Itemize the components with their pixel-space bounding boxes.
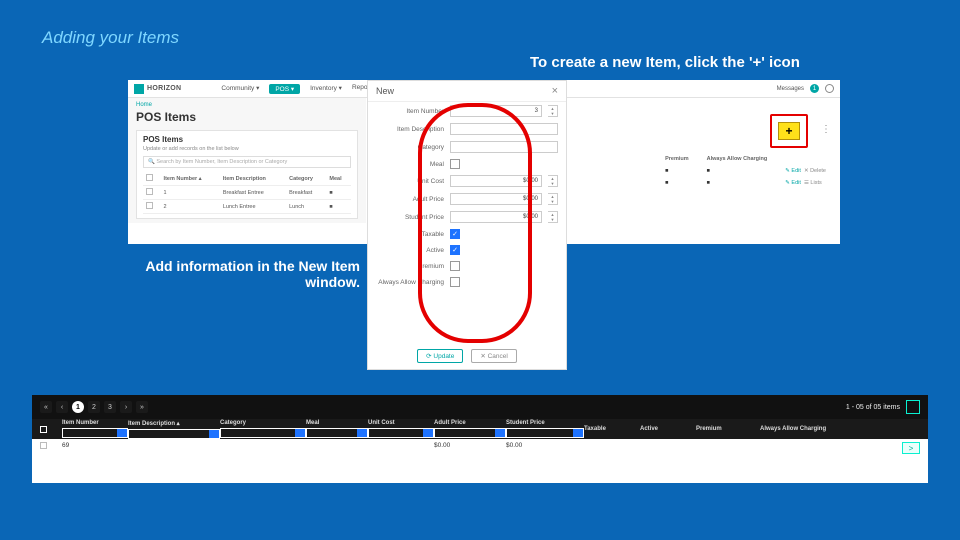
items-grid-strip: « ‹ 1 2 3 › » 1 - 05 of 05 items Item Nu… [32, 395, 928, 483]
select-all-checkbox[interactable] [40, 426, 47, 433]
slide-title: Adding your Items [42, 28, 179, 48]
pager-page-3[interactable]: 3 [104, 401, 116, 413]
row-expand-button[interactable]: > [902, 442, 920, 454]
filter-adult-price[interactable] [434, 428, 506, 438]
pos-items-card: POS Items Update or add records on the l… [136, 130, 358, 219]
messages-count-badge: 1 [810, 84, 819, 93]
callout-new-window: Add information in the New Item window. [110, 258, 360, 290]
stepper-icon[interactable]: ▲▼ [548, 175, 558, 187]
cancel-button[interactable]: ✕ Cancel [471, 349, 517, 363]
col-student-price[interactable]: Student Price [506, 420, 584, 426]
col-taxable[interactable]: Taxable [584, 426, 640, 432]
cell-adult-price: $0.00 [434, 442, 506, 449]
row-checkbox[interactable] [40, 442, 47, 449]
item-count-text: 1 - 05 of 05 items [846, 404, 900, 411]
page-title: POS Items [136, 110, 358, 124]
table-row: ■ ■ ✎ Edit ☰ Lists [657, 178, 834, 188]
pager-first[interactable]: « [40, 401, 52, 413]
brand-logo: HORIZON [134, 84, 181, 94]
grid-header: Item Number Item Description ▴ Category … [32, 419, 928, 439]
cell: Breakfast [286, 186, 326, 200]
col-unit-cost[interactable]: Unit Cost [368, 420, 434, 426]
search-input[interactable]: 🔍 Search by Item Number, Item Descriptio… [143, 156, 351, 168]
filter-student-price[interactable] [506, 428, 584, 438]
gear-icon[interactable] [825, 84, 834, 93]
filter-item-description[interactable] [128, 429, 220, 439]
col-category[interactable]: Category [286, 172, 326, 186]
col-always-allow[interactable]: Always Allow Charging [760, 426, 870, 432]
cell: ■ [657, 178, 697, 188]
cell-item-number: 69 [62, 442, 128, 449]
callout-plus: To create a new Item, click the '+' icon [530, 54, 800, 71]
col-item-number[interactable]: Item Number [62, 420, 128, 426]
card-subtitle: Update or add records on the list below [143, 146, 351, 152]
items-table: Item Number ▴ Item Description Category … [143, 172, 351, 214]
col-premium[interactable]: Premium [696, 426, 760, 432]
pager: « ‹ 1 2 3 › » [40, 401, 148, 413]
brand-text: HORIZON [147, 85, 181, 92]
col-item-number[interactable]: Item Number ▴ [161, 172, 220, 186]
pager-last[interactable]: » [136, 401, 148, 413]
close-icon[interactable]: × [552, 85, 558, 97]
messages-label[interactable]: Messages [777, 86, 804, 92]
table-header-row: Item Number ▴ Item Description Category … [143, 172, 351, 186]
col-item-description[interactable]: Item Description ▴ [128, 420, 220, 427]
cell: ■ [326, 200, 351, 214]
table-row[interactable]: 69 $0.00 $0.00 > [32, 439, 928, 461]
table-row[interactable]: 1 Breakfast Entree Breakfast ■ [143, 186, 351, 200]
filter-meal[interactable] [306, 428, 368, 438]
cell: ■ [699, 178, 776, 188]
lbl-item-number: Item Number [376, 108, 444, 115]
cell: ■ [699, 166, 776, 176]
cell: Breakfast Entree [220, 186, 286, 200]
cell-student-price: $0.00 [506, 442, 584, 449]
nav-pos[interactable]: POS ▾ [269, 84, 300, 94]
col-active[interactable]: Active [640, 426, 696, 432]
col-item-description[interactable]: Item Description [220, 172, 286, 186]
pager-page-1[interactable]: 1 [72, 401, 84, 413]
filter-category[interactable] [220, 428, 306, 438]
table-row[interactable]: 2 Lunch Entree Lunch ■ [143, 200, 351, 214]
nav-community[interactable]: Community ▾ [221, 84, 259, 94]
select-all-checkbox[interactable] [146, 174, 153, 181]
row-checkbox[interactable] [146, 202, 153, 209]
nav-inventory[interactable]: Inventory ▾ [310, 84, 342, 94]
update-button[interactable]: ⟳ Update [417, 349, 463, 363]
col-meal[interactable]: Meal [306, 420, 368, 426]
cell: ■ [326, 186, 351, 200]
delete-link[interactable]: ✕ Delete [804, 168, 826, 174]
brand-mark-icon [134, 84, 144, 94]
add-item-button[interactable] [906, 400, 920, 414]
edit-link[interactable]: ✎ Edit [785, 168, 801, 174]
col-category[interactable]: Category [220, 420, 306, 426]
lists-link[interactable]: ☰ Lists [804, 180, 822, 186]
col-premium[interactable]: Premium [657, 154, 697, 164]
stepper-icon[interactable]: ▲▼ [548, 105, 558, 117]
stepper-icon[interactable]: ▲▼ [548, 211, 558, 223]
stepper-icon[interactable]: ▲▼ [548, 193, 558, 205]
col-adult-price[interactable]: Adult Price [434, 420, 506, 426]
col-meal[interactable]: Meal [326, 172, 351, 186]
highlight-oval [418, 103, 532, 343]
cell: Lunch [286, 200, 326, 214]
pager-prev[interactable]: ‹ [56, 401, 68, 413]
cell: 1 [161, 186, 220, 200]
filter-item-number[interactable] [62, 428, 128, 438]
row-checkbox[interactable] [146, 188, 153, 195]
filter-unit-cost[interactable] [368, 428, 434, 438]
add-item-button[interactable]: + [778, 122, 800, 140]
cell: ■ [657, 166, 697, 176]
cell: 2 [161, 200, 220, 214]
edit-link[interactable]: ✎ Edit [785, 180, 801, 186]
breadcrumb[interactable]: Home [136, 102, 358, 108]
cell: Lunch Entree [220, 200, 286, 214]
modal-title: New [376, 86, 394, 96]
pager-page-2[interactable]: 2 [88, 401, 100, 413]
items-table-right: Premium Always Allow Charging ■ ■ ✎ Edit… [655, 152, 836, 190]
card-title: POS Items [143, 135, 351, 144]
table-row: ■ ■ ✎ Edit ✕ Delete [657, 166, 834, 176]
kebab-icon[interactable]: ⋮ [821, 124, 830, 135]
col-always-allow[interactable]: Always Allow Charging [699, 154, 776, 164]
pager-next[interactable]: › [120, 401, 132, 413]
